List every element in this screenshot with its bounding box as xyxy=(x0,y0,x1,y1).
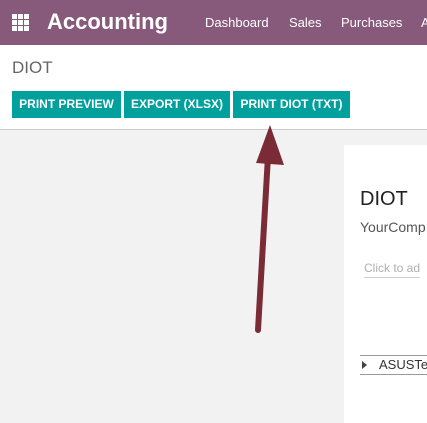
annotation-arrow xyxy=(255,125,284,333)
annotation-arrow-shaft xyxy=(255,153,271,333)
annotation-arrow-head xyxy=(256,125,284,165)
